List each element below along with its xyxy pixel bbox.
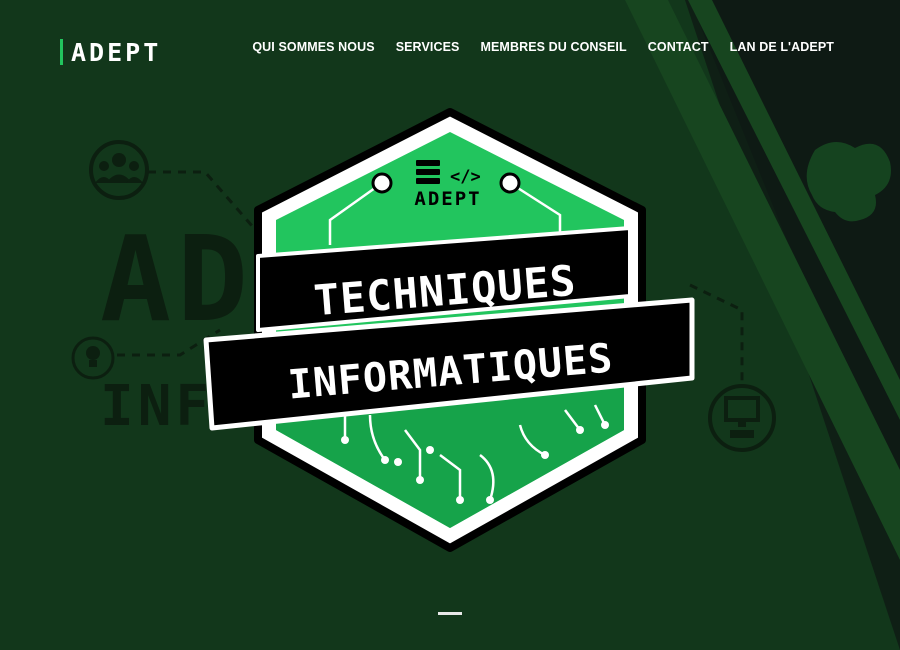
users-group-icon: [89, 140, 149, 200]
techniques-informatiques-badge: </> ADEPT TECHNIQUES INFORMATIQUES: [203, 108, 695, 552]
main-nav: QUI SOMMES NOUS SERVICES MEMBRES DU CONS…: [252, 40, 834, 54]
nav-item-services[interactable]: SERVICES: [396, 40, 460, 54]
watermark-text-small: INF: [100, 374, 213, 439]
computer-icon: [708, 384, 776, 452]
slider-indicator[interactable]: [438, 612, 462, 615]
lightbulb-icon: [71, 336, 115, 380]
code-icon: </>: [450, 167, 481, 187]
nav-item-membres-du-conseil[interactable]: MEMBRES DU CONSEIL: [480, 40, 626, 54]
nav-item-contact[interactable]: CONTACT: [648, 40, 709, 54]
logo-text: ADEPT: [71, 37, 162, 67]
badge-brand-text: ADEPT: [414, 188, 481, 210]
logo-accent-bar: [60, 39, 63, 65]
site-logo[interactable]: ADEPT: [60, 37, 162, 67]
site-header: ADEPT QUI SOMMES NOUS SERVICES MEMBRES D…: [0, 0, 900, 100]
hero-page: ADEPT INF: [0, 0, 900, 650]
nav-item-lan-de-ladept[interactable]: LAN DE L'ADEPT: [730, 40, 834, 54]
server-icon: [416, 160, 440, 184]
nav-item-qui-sommes-nous[interactable]: QUI SOMMES NOUS: [252, 40, 374, 54]
